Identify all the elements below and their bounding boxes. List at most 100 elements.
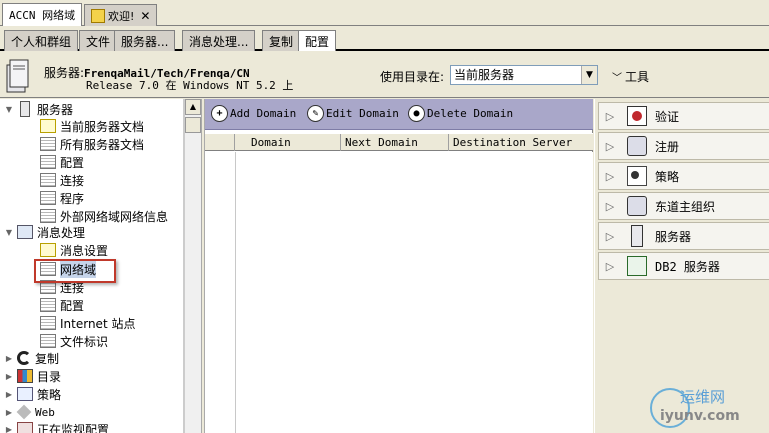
table-icon (40, 137, 56, 151)
collapse-arrow-icon[interactable]: ▼ (4, 228, 14, 237)
server-header: 服务器:FrenqaMail/Tech/Frenqa/CN Release 7.… (0, 53, 769, 98)
expand-arrow-icon[interactable]: ▶ (4, 425, 14, 433)
tree-item-monitoring-config[interactable]: ▶ 正在监视配置 (4, 420, 109, 433)
policy-icon (17, 387, 33, 401)
server-release: Release 7.0 在 Windows NT 5.2 上 (86, 79, 294, 92)
scroll-up-icon[interactable]: ▲ (185, 99, 201, 115)
tree-item-current-server-doc[interactable]: 当前服务器文档 (40, 117, 144, 135)
tree-item-label: 服务器 (37, 102, 74, 117)
tool-label: 注册 (655, 139, 680, 154)
column-header-row: Domain Next Domain Destination Server (205, 133, 593, 151)
tree-item-internet-sites[interactable]: Internet 站点 (40, 314, 135, 332)
table-icon (40, 334, 56, 348)
scroll-thumb[interactable] (185, 117, 201, 133)
expand-arrow-icon[interactable]: ▶ (4, 354, 14, 363)
tab-people-groups[interactable]: 个人和群组 (4, 30, 79, 51)
web-icon (16, 404, 32, 420)
tree-item-all-server-docs[interactable]: 所有服务器文档 (40, 135, 144, 153)
tool-hosted-org[interactable]: ▷ 东道主组织 (598, 192, 769, 220)
tab-files[interactable]: 文件 (79, 30, 118, 51)
tree-item-label: 外部网络域网络信息 (60, 209, 169, 224)
tab-label: 消息处理... (189, 34, 249, 49)
column-header-next-domain[interactable]: Next Domain (341, 134, 449, 151)
window-tab-label: ACCN 网络域 (9, 9, 76, 22)
tool-register[interactable]: ▷ 注册 (598, 132, 769, 160)
tool-label: 策略 (655, 169, 680, 184)
tree-scrollbar[interactable]: ▲ (184, 99, 201, 433)
chevron-down-icon: ﹀ (612, 73, 622, 84)
expand-arrow-icon[interactable]: ▶ (4, 372, 14, 381)
tree-item-messaging[interactable]: ▼ 消息处理 (4, 223, 85, 241)
add-domain-button[interactable]: + Add Domain (211, 105, 296, 122)
table-icon (40, 298, 56, 312)
domain-view: + Add Domain ✎ Edit Domain ● Delete Doma… (205, 99, 593, 433)
close-icon[interactable]: ✕ (140, 9, 150, 23)
tool-label: 验证 (655, 109, 680, 124)
window-tab-bar: ACCN 网络域 欢迎! ✕ (0, 0, 769, 26)
tree-item-label: 策略 (37, 387, 62, 402)
expand-arrow-icon: ▷ (605, 259, 615, 273)
tree-item-server-connections[interactable]: 连接 (40, 171, 84, 189)
tree-item-replication[interactable]: ▶ 复制 (4, 349, 59, 367)
expand-arrow-icon: ▷ (605, 169, 615, 183)
window-tab-welcome[interactable]: 欢迎! ✕ (84, 4, 158, 26)
column-header-destination-server[interactable]: Destination Server (449, 134, 593, 151)
sub-tab-bar: 个人和群组 文件 服务器... 消息处理... 复制 配置 (0, 27, 769, 51)
tab-label: 个人和群组 (11, 34, 72, 49)
tree-item-messaging-configuration[interactable]: 配置 (40, 296, 84, 314)
window-tab-accn-domain[interactable]: ACCN 网络域 (2, 3, 83, 26)
tree-item-label: 复制 (35, 351, 60, 366)
tool-db2-server[interactable]: ▷ DB2 服务器 (598, 252, 769, 280)
delete-icon: ● (408, 105, 425, 122)
tree-item-label: 正在监视配置 (37, 422, 110, 433)
tree-item-label: 配置 (60, 155, 85, 170)
tree-item-programs[interactable]: 程序 (40, 189, 84, 207)
tab-replication[interactable]: 复制 (262, 30, 301, 51)
tab-label: 服务器... (121, 34, 169, 49)
tree-item-policy[interactable]: ▶ 策略 (4, 385, 61, 403)
pencil-icon: ✎ (307, 105, 324, 122)
column-header-selector[interactable] (205, 134, 235, 151)
tree-item-web[interactable]: ▶ Web (4, 403, 55, 421)
sync-icon (17, 351, 31, 365)
policy-icon (627, 166, 647, 186)
tool-policy[interactable]: ▷ 策略 (598, 162, 769, 190)
table-icon (40, 191, 56, 205)
table-icon (40, 155, 56, 169)
grid-divider (235, 152, 236, 433)
watermark-text-top: 运维网 (680, 388, 726, 406)
edit-domain-button[interactable]: ✎ Edit Domain (307, 105, 399, 122)
window-tab-label: 欢迎! (108, 9, 135, 23)
expand-arrow-icon[interactable]: ▶ (4, 390, 14, 399)
action-label: Edit Domain (326, 107, 399, 120)
action-bar: + Add Domain ✎ Edit Domain ● Delete Doma… (205, 99, 593, 130)
expand-arrow-icon[interactable]: ▶ (4, 408, 14, 417)
column-header-domain[interactable]: Domain (235, 134, 341, 151)
tree-item-server-configuration[interactable]: 配置 (40, 153, 84, 171)
tree-item-label: Web (35, 405, 55, 419)
register-icon (627, 136, 647, 156)
watermark-text-bottom: iyunv.com (660, 408, 740, 424)
action-label: Add Domain (230, 107, 297, 120)
delete-domain-button[interactable]: ● Delete Domain (408, 105, 513, 122)
tab-server[interactable]: 服务器... (114, 30, 176, 51)
collapse-arrow-icon[interactable]: ▼ (4, 105, 14, 114)
tree-item-message-settings[interactable]: 消息设置 (40, 241, 108, 259)
tree-item-file-identification[interactable]: 文件标识 (40, 332, 108, 350)
server-icon (631, 225, 643, 247)
tool-verify[interactable]: ▷ 验证 (598, 102, 769, 130)
directory-label: 使用目录在: (380, 70, 445, 84)
tab-configuration[interactable]: 配置 (298, 30, 337, 51)
tree-item-directory[interactable]: ▶ 目录 (4, 367, 61, 385)
tool-label: 东道主组织 (655, 199, 716, 214)
tool-label: 服务器 (655, 229, 692, 244)
tools-menu[interactable]: ﹀ 工具 (612, 68, 649, 85)
directory-icon (17, 369, 33, 383)
server-icon (20, 101, 30, 117)
tree-item-server[interactable]: ▼ 服务器 (4, 100, 73, 118)
tab-messaging[interactable]: 消息处理... (182, 30, 256, 51)
monitor-icon (17, 422, 33, 433)
chevron-down-icon[interactable]: ▼ (581, 66, 597, 84)
tool-server[interactable]: ▷ 服务器 (598, 222, 769, 250)
directory-select[interactable]: 当前服务器 ▼ (450, 65, 598, 85)
